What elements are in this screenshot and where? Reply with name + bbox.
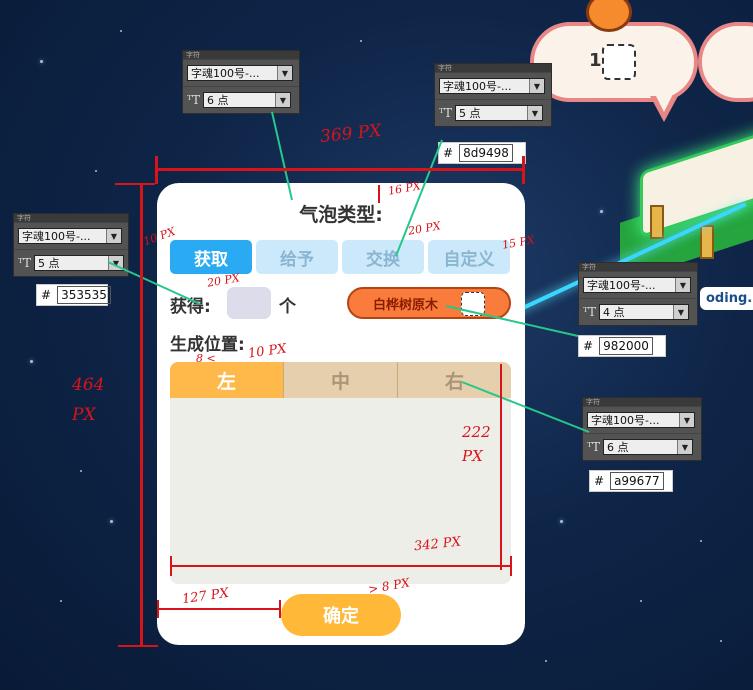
item-icon-slot <box>461 292 485 316</box>
tab-custom[interactable]: 自定义 <box>428 240 510 274</box>
unit-label: 个 <box>279 297 296 317</box>
font-size: 5 点 <box>38 257 60 270</box>
bubble-item-slot <box>602 44 636 80</box>
tab-position-right[interactable]: 右 <box>398 362 511 398</box>
dropdown-icon: ▼ <box>277 66 292 80</box>
ps-panel-2: 字符 字魂100号-... ▼ ᵀT 5 点 ▼ <box>434 63 552 127</box>
color-hex-3[interactable]: #353535 <box>36 284 111 306</box>
bubble-type-tabs: 获取 给予 交换 自定义 <box>170 240 510 274</box>
font-size-icon: ᵀT <box>587 440 601 454</box>
position-tabs: 左 中 右 <box>170 362 511 398</box>
font-size-icon: ᵀT <box>187 93 201 107</box>
font-name: 字魂100号-... <box>443 80 512 93</box>
ps-panel-3: 字符 字魂100号-... ▼ ᵀT 5 点 ▼ <box>13 213 129 277</box>
font-size: 6 点 <box>207 94 229 107</box>
dropdown-icon: ▼ <box>275 93 290 107</box>
bubble-count: 1 <box>589 50 602 71</box>
font-size: 4 点 <box>603 306 625 319</box>
color-hex-5[interactable]: # a99677 <box>589 470 673 492</box>
font-name: 字魂100号-... <box>22 230 91 243</box>
anno-panel-height: 222 PX <box>462 423 491 465</box>
dropdown-icon: ▼ <box>108 256 123 270</box>
item-label: 白桦树原木 <box>373 297 439 313</box>
color-hex-4[interactable]: #982000 <box>578 335 666 357</box>
tab-obtain[interactable]: 获取 <box>170 240 252 274</box>
font-size: 6 点 <box>607 441 629 454</box>
font-size-icon: ᵀT <box>18 256 32 270</box>
tab-give[interactable]: 给予 <box>256 240 338 274</box>
font-name: 字魂100号-... <box>587 279 656 292</box>
font-size: 5 点 <box>459 107 481 120</box>
font-name: 字魂100号-... <box>591 414 660 427</box>
font-name: 字魂100号-... <box>191 67 260 80</box>
anno-width: 369 PX <box>319 120 383 148</box>
dropdown-icon: ▼ <box>673 305 688 319</box>
ps-panel-4: 字符 字魂100号-... ▼ ᵀT 4 点 ▼ <box>578 262 698 326</box>
confirm-button[interactable]: 确定 <box>281 594 401 636</box>
dropdown-icon: ▼ <box>529 79 544 93</box>
anno-height: 464 PX <box>72 375 105 425</box>
tab-exchange[interactable]: 交换 <box>342 240 424 274</box>
anno-small-gap: 8 < <box>196 352 216 365</box>
dropdown-icon: ▼ <box>527 106 542 120</box>
dropdown-icon: ▼ <box>679 413 694 427</box>
tab-position-left[interactable]: 左 <box>170 362 284 398</box>
font-size-icon: ᵀT <box>583 305 597 319</box>
loading-card: oding. <box>700 287 753 310</box>
dropdown-icon: ▼ <box>675 278 690 292</box>
tab-position-center[interactable]: 中 <box>284 362 398 398</box>
item-selector[interactable]: 白桦树原木 <box>347 287 511 319</box>
dropdown-icon: ▼ <box>106 229 121 243</box>
dropdown-icon: ▼ <box>677 440 692 454</box>
obtain-label: 获得: <box>170 297 211 317</box>
font-size-icon: ᵀT <box>439 106 453 120</box>
dialog-title: 气泡类型: <box>299 204 383 226</box>
ps-panel-1: 字符 字魂100号-... ▼ ᵀT 6 点 ▼ <box>182 50 300 114</box>
color-hex-2[interactable]: #8d9498 <box>438 142 526 164</box>
ps-panel-5: 字符 字魂100号-... ▼ ᵀT 6 点 ▼ <box>582 397 702 461</box>
quantity-input[interactable] <box>227 287 271 319</box>
position-panel: 左 中 右 <box>170 362 511 584</box>
